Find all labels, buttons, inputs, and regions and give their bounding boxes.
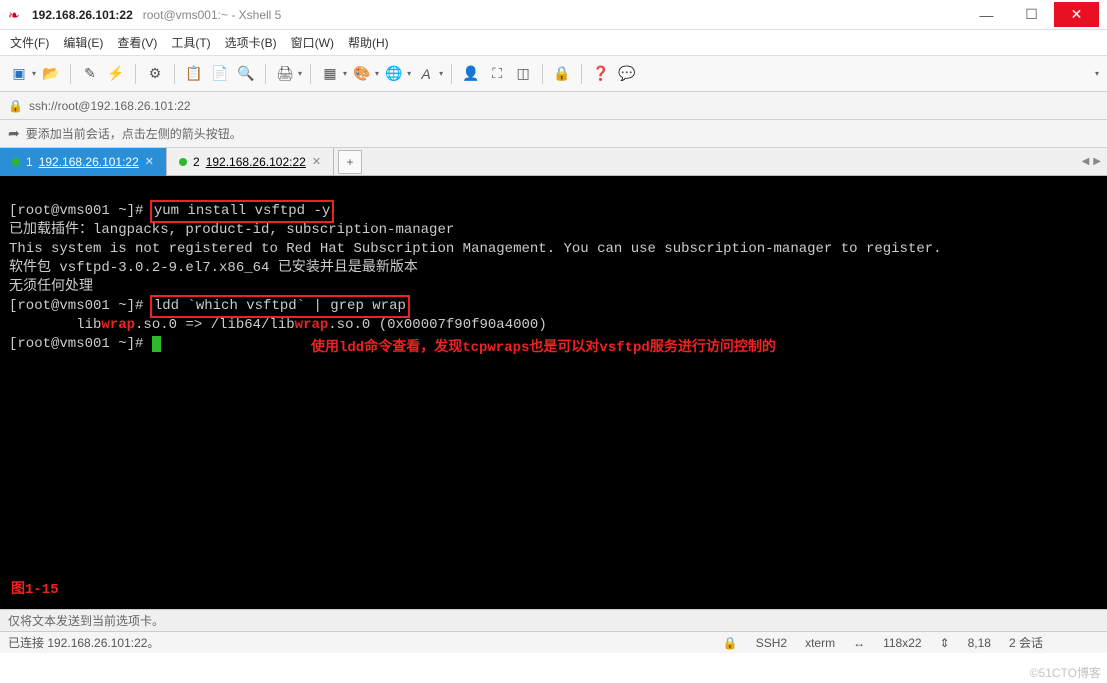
transparent-icon[interactable]: ◫ xyxy=(512,63,534,85)
figure-label: 图1-15 xyxy=(11,581,59,600)
status-lock-icon: 🔒 xyxy=(723,636,738,650)
tab-bar: 1 192.168.26.101:22 ✕ 2 192.168.26.102:2… xyxy=(0,148,1107,176)
status-bar: 已连接 192.168.26.101:22。 🔒 SSH2 xterm ↔ 11… xyxy=(0,631,1107,653)
title-bar: ❧ 192.168.26.101:22 root@vms001:~ - Xshe… xyxy=(0,0,1107,30)
properties-icon[interactable]: ⚙ xyxy=(144,63,166,85)
toolbar: ▣▾ 📂 ✎ ⚡ ⚙ 📋 📄 🔍 🖨▾ ▦▾ 🎨▾ 🌐▾ A▾ 👤 ⛶ ◫ 🔒 … xyxy=(0,56,1107,92)
new-session-icon[interactable]: ▣ xyxy=(8,63,30,85)
hint-bar: ➦ 要添加当前会话，点击左侧的箭头按钮。 xyxy=(0,120,1107,148)
menu-view[interactable]: 查看(V) xyxy=(117,34,157,51)
font-icon[interactable]: A xyxy=(415,63,437,85)
menu-window[interactable]: 窗口(W) xyxy=(291,34,334,51)
terminal-size: 118x22 xyxy=(883,636,921,650)
status-dot-icon xyxy=(179,158,187,166)
session-count: 2 会话 xyxy=(1009,634,1043,651)
lock-icon[interactable]: 🔒 xyxy=(551,63,573,85)
title-ip: 192.168.26.101:22 xyxy=(32,8,133,22)
protocol-label: SSH2 xyxy=(756,636,787,650)
maximize-button[interactable]: ☐ xyxy=(1009,2,1054,27)
paste-icon[interactable]: 📄 xyxy=(209,63,231,85)
tab-index: 2 xyxy=(193,155,200,169)
grep-match: wrap xyxy=(295,317,329,333)
cursor xyxy=(152,336,161,352)
menu-tabs[interactable]: 选项卡(B) xyxy=(225,34,277,51)
title-subtitle: root@vms001:~ - Xshell 5 xyxy=(143,8,282,22)
size-icon: ↔ xyxy=(853,636,865,650)
address-url[interactable]: ssh://root@192.168.26.101:22 xyxy=(29,99,191,113)
tab-label: 192.168.26.101:22 xyxy=(39,155,139,169)
separator xyxy=(310,64,311,84)
help-icon[interactable]: ❓ xyxy=(590,63,612,85)
open-icon[interactable]: 📂 xyxy=(40,63,62,85)
prompt: [root@vms001 ~]# xyxy=(9,298,152,314)
lock-small-icon: 🔒 xyxy=(8,99,23,113)
tab-prev-icon[interactable]: ◀ xyxy=(1082,156,1090,167)
toolbar-overflow-icon[interactable]: ▾ xyxy=(1095,69,1099,78)
address-bar: 🔒 ssh://root@192.168.26.101:22 xyxy=(0,92,1107,120)
print-icon[interactable]: 🖨 xyxy=(274,63,296,85)
prompt: [root@vms001 ~]# xyxy=(9,336,152,352)
separator xyxy=(174,64,175,84)
chat-icon[interactable]: 💬 xyxy=(616,63,638,85)
fullscreen-icon[interactable]: ⛶ xyxy=(486,63,508,85)
close-button[interactable]: ✕ xyxy=(1054,2,1099,27)
menu-tools[interactable]: 工具(T) xyxy=(171,34,210,51)
separator xyxy=(542,64,543,84)
terminal-line: This system is not registered to Red Hat… xyxy=(9,241,942,257)
color-icon[interactable]: 🎨 xyxy=(351,63,373,85)
grep-match: wrap xyxy=(101,317,135,333)
tab-label: 192.168.26.102:22 xyxy=(206,155,306,169)
tab-index: 1 xyxy=(26,155,33,169)
new-tab-button[interactable]: + xyxy=(338,150,362,174)
reconnect-icon[interactable]: ✎ xyxy=(79,63,101,85)
highlighted-command-1: yum install vsftpd -y xyxy=(152,202,332,221)
add-session-arrow-icon[interactable]: ➦ xyxy=(8,125,20,142)
annotation-text: 使用ldd命令查看，发现tcpwraps也是可以对vsftpd服务进行访问控制的 xyxy=(311,339,776,358)
terminal-line: 无须任何处理 xyxy=(9,279,93,295)
input-hint-bar: 仅将文本发送到当前选项卡。 xyxy=(0,609,1107,631)
separator xyxy=(451,64,452,84)
prompt: [root@vms001 ~]# xyxy=(9,203,152,219)
separator xyxy=(135,64,136,84)
separator xyxy=(70,64,71,84)
highlighted-command-2: ldd `which vsftpd` | grep wrap xyxy=(152,297,408,316)
terminal-output-a: lib xyxy=(9,317,101,333)
menu-bar: 文件(F) 编辑(E) 查看(V) 工具(T) 选项卡(B) 窗口(W) 帮助(… xyxy=(0,30,1107,56)
input-hint-text: 仅将文本发送到当前选项卡。 xyxy=(8,612,164,629)
encoding-icon[interactable]: 🌐 xyxy=(383,63,405,85)
hint-text: 要添加当前会话，点击左侧的箭头按钮。 xyxy=(26,125,242,142)
terminal-pane[interactable]: [root@vms001 ~]# yum install vsftpd -y 已… xyxy=(0,176,1107,609)
menu-help[interactable]: 帮助(H) xyxy=(348,34,389,51)
session-tab-1[interactable]: 1 192.168.26.101:22 ✕ xyxy=(0,148,167,176)
terminal-line: 已加载插件：langpacks, product-id, subscriptio… xyxy=(9,222,454,238)
layout-icon[interactable]: ▦ xyxy=(319,63,341,85)
tab-close-icon[interactable]: ✕ xyxy=(145,155,154,168)
disconnect-icon[interactable]: ⚡ xyxy=(105,63,127,85)
find-icon[interactable]: 🔍 xyxy=(235,63,257,85)
tab-nav: ◀ ▶ xyxy=(1082,156,1101,167)
window-controls: — ☐ ✕ xyxy=(964,2,1099,27)
status-dot-icon xyxy=(12,158,20,166)
xshell-app-icon: ❧ xyxy=(8,7,24,23)
tab-close-icon[interactable]: ✕ xyxy=(312,155,321,168)
user-icon[interactable]: 👤 xyxy=(460,63,482,85)
session-tab-2[interactable]: 2 192.168.26.102:22 ✕ xyxy=(167,148,334,176)
terminal-output-c: .so.0 (0x00007f90f90a4000) xyxy=(328,317,546,333)
separator xyxy=(581,64,582,84)
separator xyxy=(265,64,266,84)
terminal-output-b: .so.0 => /lib64/lib xyxy=(135,317,295,333)
cursor-position: 8,18 xyxy=(968,636,991,650)
copy-icon[interactable]: 📋 xyxy=(183,63,205,85)
minimize-button[interactable]: — xyxy=(964,2,1009,27)
term-type-label: xterm xyxy=(805,636,835,650)
terminal-line: 软件包 vsftpd-3.0.2-9.el7.x86_64 已安装并且是最新版本 xyxy=(9,260,418,276)
connection-status: 已连接 192.168.26.101:22。 xyxy=(8,634,159,651)
pos-icon: ⇕ xyxy=(940,636,950,650)
tab-next-icon[interactable]: ▶ xyxy=(1093,156,1101,167)
watermark: ©51CTO博客 xyxy=(1030,664,1101,681)
menu-edit[interactable]: 编辑(E) xyxy=(63,34,103,51)
menu-file[interactable]: 文件(F) xyxy=(10,34,49,51)
